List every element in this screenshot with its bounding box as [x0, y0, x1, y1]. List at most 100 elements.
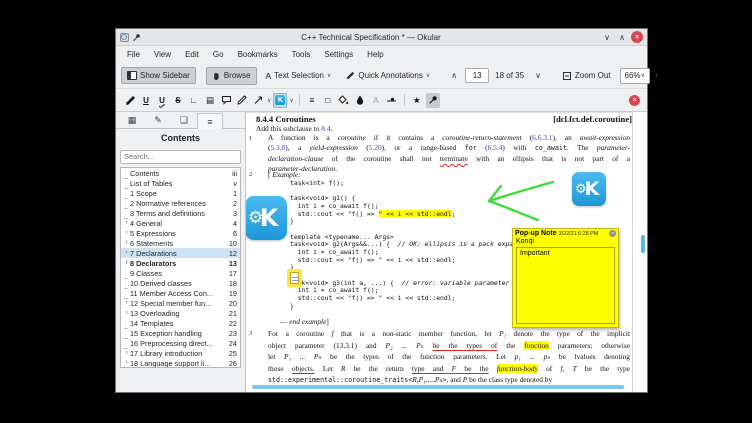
- popup-note-header[interactable]: Pop-up Note 3/22/21 6:28 PM ×: [513, 229, 618, 238]
- freehand-tool-icon[interactable]: [235, 93, 249, 108]
- text-selection-button[interactable]: A Text Selection ∨: [260, 67, 338, 85]
- contents-tree-item[interactable]: 11 Member Access Con... 19: [121, 288, 240, 298]
- contents-item-page: iii: [232, 169, 237, 178]
- popup-note[interactable]: Pop-up Note 3/22/21 6:28 PM × Konqi Impo…: [512, 228, 619, 328]
- contents-tree-item[interactable]: › 17 Library introduction 25: [121, 348, 240, 358]
- maximize-button[interactable]: ∧: [616, 31, 628, 43]
- popup-note-tool-icon[interactable]: [219, 93, 233, 108]
- fill-color-icon[interactable]: [337, 93, 351, 108]
- contents-item-label: 4 General: [130, 219, 230, 228]
- expand-arrow-icon[interactable]: ›: [123, 218, 130, 228]
- next-page-button[interactable]: ∨: [530, 69, 546, 82]
- stroke-settings-icon[interactable]: [385, 93, 399, 108]
- expand-arrow-icon[interactable]: ›: [123, 248, 130, 258]
- kde-stamp-icon: K: [275, 95, 285, 105]
- note-annotation-icon[interactable]: [287, 269, 302, 287]
- popup-note-close-icon[interactable]: ×: [609, 230, 616, 237]
- tab-bookmarks-icon[interactable]: ❏: [171, 112, 197, 128]
- highlighter-tool-icon[interactable]: [123, 93, 137, 108]
- contents-item-page: 24: [229, 339, 237, 348]
- contents-tree-item[interactable]: › 12 Special member fun... 20: [121, 298, 240, 308]
- contents-tree-item[interactable]: › 6 Statements 10: [121, 238, 240, 248]
- contents-tree-item[interactable]: 14 Templates 22: [121, 318, 240, 328]
- arrow-tool-icon[interactable]: [251, 93, 265, 108]
- contents-item-label: 8 Declarators: [130, 259, 226, 268]
- chevron-down-icon[interactable]: ∨: [267, 97, 271, 104]
- tab-annotations-icon[interactable]: ✎: [145, 112, 171, 128]
- titlebar[interactable]: C++ Technical Specification * — Okular ∨…: [116, 29, 647, 46]
- contents-tree-item[interactable]: › 4 General 4: [121, 218, 240, 228]
- contents-tree-item[interactable]: › 18 Language support li... 26: [121, 358, 240, 368]
- kde-logo-stamp-annotation[interactable]: ⚙ K: [572, 172, 606, 206]
- contents-tree-item[interactable]: › 7 Declarations 12: [121, 248, 240, 258]
- expand-arrow-icon[interactable]: ›: [123, 228, 130, 238]
- zoom-out-button[interactable]: Zoom Out: [556, 67, 617, 85]
- expand-arrow-icon[interactable]: ›: [123, 358, 130, 368]
- expand-arrow-icon[interactable]: ›: [123, 348, 130, 358]
- squiggle-tool-icon[interactable]: U: [155, 93, 169, 108]
- contents-tree-item[interactable]: Contents iii: [121, 168, 240, 178]
- contents-tree-item[interactable]: 9 Classes 17: [121, 268, 240, 278]
- expand-arrow-icon[interactable]: ›: [123, 298, 130, 308]
- inline-note-tool-icon[interactable]: ▤: [203, 93, 217, 108]
- show-sidebar-button[interactable]: Show Sidebar: [121, 67, 196, 84]
- line-width-icon[interactable]: ≡: [305, 93, 319, 108]
- contents-tree-item[interactable]: 15 Exception handling 23: [121, 328, 240, 338]
- contents-tree-item[interactable]: 1 Scope 1: [121, 188, 240, 198]
- minimize-button[interactable]: ∨: [601, 31, 613, 43]
- menu-view[interactable]: View: [147, 48, 178, 61]
- menu-help[interactable]: Help: [360, 48, 390, 61]
- contents-search-input[interactable]: [120, 150, 241, 164]
- contents-tree-item[interactable]: › 8 Declarators 13: [121, 258, 240, 268]
- toolbar-overflow-button[interactable]: ›: [653, 70, 660, 81]
- contents-item-page: v: [233, 179, 237, 188]
- menu-file[interactable]: File: [120, 48, 147, 61]
- stamp-tool-icon[interactable]: K: [273, 93, 287, 108]
- contents-tree-item[interactable]: 16 Preprocessing direct... 24: [121, 338, 240, 348]
- chevron-down-icon[interactable]: ∨: [289, 97, 293, 104]
- menu-tools[interactable]: Tools: [285, 48, 318, 61]
- contents-tree-item[interactable]: List of Tables v: [121, 178, 240, 188]
- shape-tool-icon[interactable]: □: [321, 93, 335, 108]
- tab-contents-icon[interactable]: ≡: [197, 113, 223, 129]
- previous-page-button[interactable]: ∧: [446, 69, 462, 82]
- pin-tool-icon[interactable]: [426, 93, 440, 108]
- expand-arrow-icon[interactable]: ›: [123, 258, 130, 268]
- browse-button[interactable]: Browse: [206, 67, 257, 85]
- contents-tree-item[interactable]: › 13 Overloading 21: [121, 308, 240, 318]
- green-arrow-annotation[interactable]: [480, 174, 558, 226]
- favorite-star-icon[interactable]: ★: [410, 93, 424, 108]
- menu-edit[interactable]: Edit: [178, 48, 206, 61]
- annotation-toolbar: U U S ∟ ▤ ∨ K ∨ ≡ □ A ★ ×: [116, 89, 647, 112]
- contents-tree-item[interactable]: › 5 Expressions 6: [121, 228, 240, 238]
- window-body: ▦ ✎ ❏ ≡ Contents Contents iii List of Ta…: [116, 112, 647, 392]
- vertical-scrollbar[interactable]: [641, 235, 645, 253]
- font-settings-icon[interactable]: A: [369, 93, 383, 108]
- text-selection-label: Text Selection: [274, 71, 324, 80]
- underline-tool-icon[interactable]: U: [139, 93, 153, 108]
- close-button[interactable]: ×: [631, 31, 643, 43]
- menu-go[interactable]: Go: [206, 48, 231, 61]
- strikeout-tool-icon[interactable]: S: [171, 93, 185, 108]
- close-annotation-toolbar-button[interactable]: ×: [629, 95, 640, 106]
- expand-arrow-icon[interactable]: ›: [123, 238, 130, 248]
- menu-settings[interactable]: Settings: [317, 48, 360, 61]
- menu-bookmarks[interactable]: Bookmarks: [231, 48, 285, 61]
- horizontal-scrollbar[interactable]: [252, 385, 624, 389]
- contents-item-label: 10 Derived classes: [130, 279, 226, 288]
- page-number-input[interactable]: [465, 68, 489, 83]
- popup-note-body[interactable]: Important: [516, 247, 615, 324]
- expand-arrow-icon[interactable]: ›: [123, 308, 130, 318]
- tab-thumbnails-icon[interactable]: ▦: [119, 112, 145, 128]
- quick-annotations-button[interactable]: Quick Annotations ∨: [340, 67, 436, 84]
- contents-item-label: 9 Classes: [130, 269, 226, 278]
- kde-logo-stamp-annotation[interactable]: ⚙ K: [246, 196, 287, 240]
- contents-item-label: 12 Special member fun...: [130, 299, 226, 308]
- contents-tree-item[interactable]: 3 Terms and definitions 3: [121, 208, 240, 218]
- document-view[interactable]: 8.4.4 Coroutines [dcl.fct.def.coroutine]…: [246, 112, 647, 392]
- contents-tree-item[interactable]: 10 Derived classes 18: [121, 278, 240, 288]
- opacity-droplet-icon[interactable]: [353, 93, 367, 108]
- zoom-level-combobox[interactable]: 66% ∨: [620, 68, 650, 84]
- contents-tree-item[interactable]: 2 Normative references 2: [121, 198, 240, 208]
- typewriter-tool-icon[interactable]: ∟: [187, 93, 201, 108]
